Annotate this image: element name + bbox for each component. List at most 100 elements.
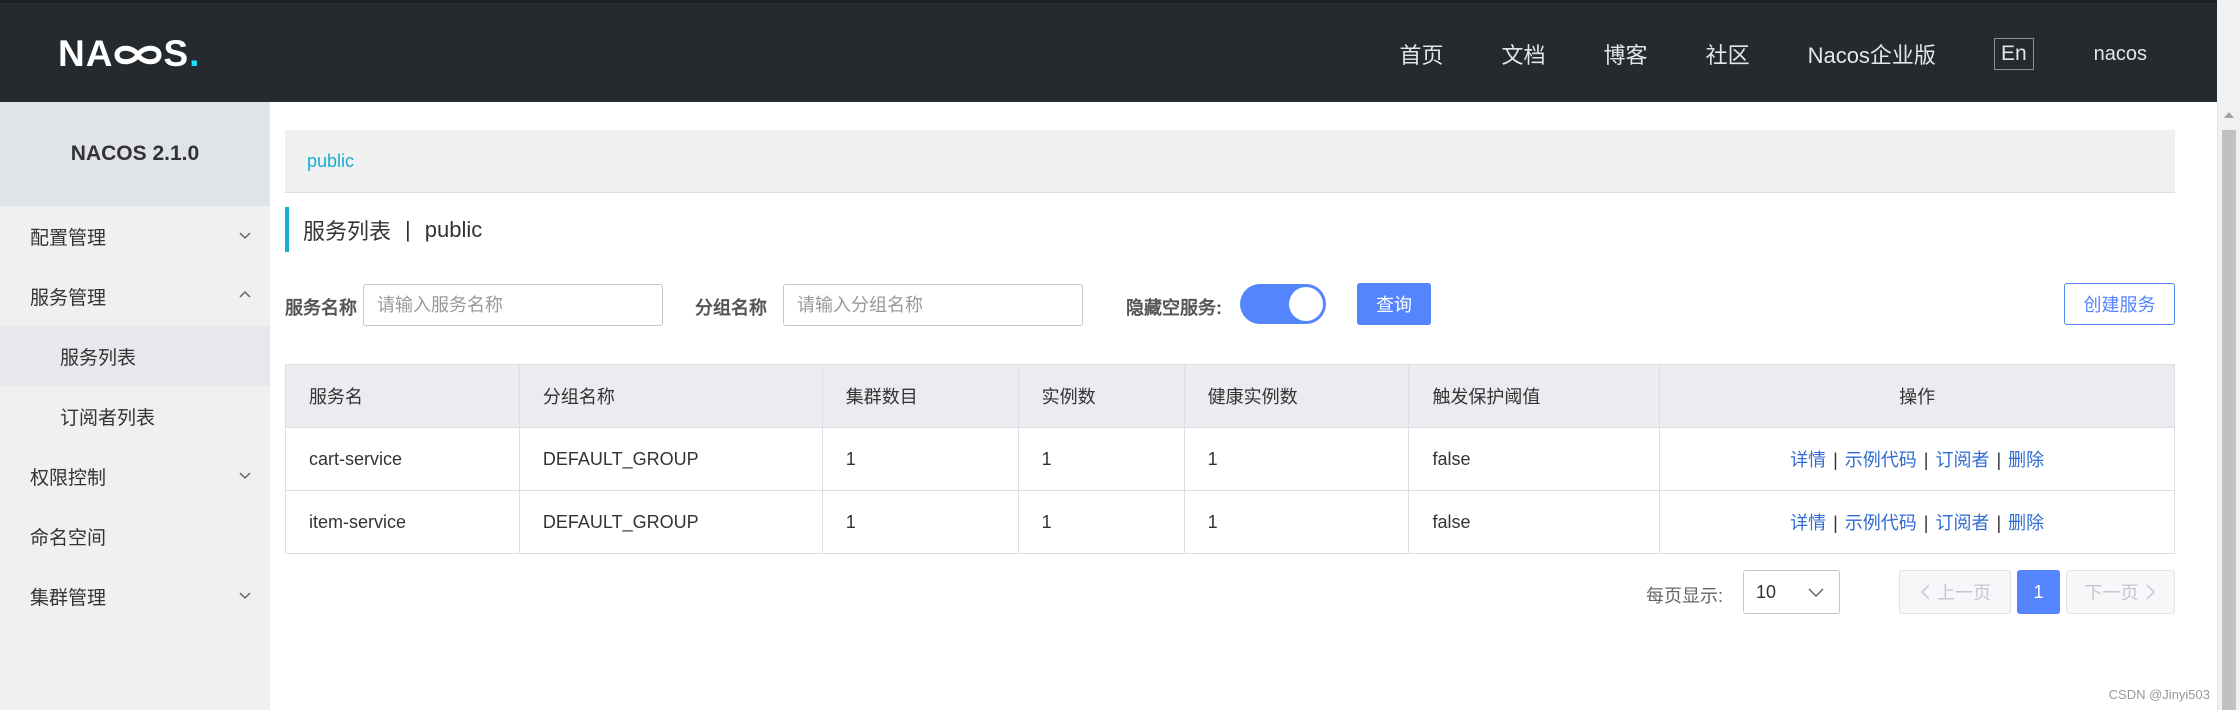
group-cell: DEFAULT_GROUP: [519, 490, 823, 554]
top-navbar: NA S. 首页 文档 博客 社区 Nacos企业版 En nacos: [0, 0, 2217, 102]
sidebar-item-label: 服务列表: [60, 347, 137, 369]
sidebar-item-label: 集群管理: [30, 587, 107, 609]
sidebar-item-namespace[interactable]: 命名空间: [0, 506, 270, 566]
cluster-count-cell: 1: [822, 427, 1019, 491]
nav-blog[interactable]: 博客: [1604, 38, 1648, 70]
language-switch[interactable]: En: [1993, 38, 2034, 70]
next-page-label: 下一页: [2084, 583, 2139, 603]
service-name-label: 服务名称: [285, 298, 357, 318]
action-separator: |: [1923, 513, 1929, 533]
user-menu[interactable]: nacos: [2094, 43, 2147, 66]
table-row: item-service DEFAULT_GROUP 1 1 1 false 详…: [285, 490, 2175, 554]
cluster-count-cell: 1: [822, 490, 1019, 554]
delete-link[interactable]: 删除: [2008, 450, 2044, 470]
pagination: 每页显示: 10 上一页 1 下一页: [270, 570, 2175, 614]
nav-home[interactable]: 首页: [1400, 38, 1444, 70]
filter-bar: 服务名称 请输入服务名称 分组名称 请输入分组名称 隐藏空服务: 查询 创建服务: [285, 282, 2175, 326]
instance-count-cell: 1: [1018, 427, 1185, 491]
healthy-count-cell: 1: [1184, 427, 1410, 491]
chevron-right-icon: [2145, 584, 2155, 600]
scroll-thumb[interactable]: [2222, 130, 2236, 710]
column-header: 集群数目: [822, 364, 1019, 428]
sidebar-item-label: 命名空间: [30, 527, 107, 549]
chevron-down-icon: [239, 592, 251, 600]
actions-cell: 详情 | 示例代码 | 订阅者 | 删除: [1659, 490, 2175, 554]
table-header-row: 服务名 分组名称 集群数目 实例数 健康实例数 触发保护阈值 操作: [285, 364, 2175, 428]
sidebar-item-subscribers[interactable]: 订阅者列表: [0, 386, 270, 446]
sidebar-item-config[interactable]: 配置管理: [0, 206, 270, 266]
delete-link[interactable]: 删除: [2008, 513, 2044, 533]
next-page-button[interactable]: 下一页: [2066, 570, 2175, 614]
action-separator: |: [1996, 450, 2002, 470]
column-header: 实例数: [1018, 364, 1185, 428]
page-title-text: 服务列表: [303, 218, 392, 244]
sidebar-item-auth[interactable]: 权限控制: [0, 446, 270, 506]
window-edge: [2217, 0, 2240, 102]
chevron-down-icon: [239, 472, 251, 480]
action-separator: |: [1833, 450, 1838, 470]
sample-code-link[interactable]: 示例代码: [1845, 450, 1917, 470]
version-title: NACOS 2.1.0: [0, 102, 270, 206]
namespace-link[interactable]: public: [307, 151, 354, 172]
sidebar-item-label: 权限控制: [30, 467, 107, 489]
sidebar-item-service-list[interactable]: 服务列表: [0, 326, 270, 386]
hide-empty-toggle[interactable]: [1240, 284, 1326, 324]
top-nav: 首页 文档 博客 社区 Nacos企业版 En nacos: [1342, 3, 2147, 105]
sidebar-item-label: 订阅者列表: [60, 407, 156, 429]
chevron-down-icon: [239, 232, 251, 240]
column-header: 健康实例数: [1184, 364, 1410, 428]
sample-code-link[interactable]: 示例代码: [1845, 513, 1917, 533]
column-header: 服务名: [285, 364, 520, 428]
page-size-select[interactable]: 10: [1743, 570, 1840, 614]
query-button[interactable]: 查询: [1357, 283, 1431, 325]
sidebar-item-label: 配置管理: [30, 227, 107, 249]
toggle-knob: [1289, 287, 1323, 321]
scroll-up-arrow-icon[interactable]: [2224, 112, 2234, 118]
chevron-up-icon: [239, 290, 251, 298]
threshold-cell: false: [1408, 427, 1661, 491]
column-header: 操作: [1659, 364, 2175, 428]
column-header: 分组名称: [519, 364, 823, 428]
group-cell: DEFAULT_GROUP: [519, 427, 823, 491]
sidebar-item-cluster[interactable]: 集群管理: [0, 566, 270, 626]
nav-docs[interactable]: 文档: [1502, 38, 1546, 70]
page-size-label: 每页显示:: [1646, 586, 1724, 606]
detail-link[interactable]: 详情: [1790, 450, 1826, 470]
service-name-input[interactable]: 请输入服务名称: [363, 284, 663, 326]
threshold-cell: false: [1408, 490, 1661, 554]
chevron-left-icon: [1920, 584, 1930, 600]
prev-page-label: 上一页: [1937, 583, 1991, 603]
sidebar-item-label: 服务管理: [30, 287, 107, 309]
actions-cell: 详情 | 示例代码 | 订阅者 | 删除: [1659, 427, 2175, 491]
subscriber-link[interactable]: 订阅者: [1935, 513, 1989, 533]
action-separator: |: [1833, 513, 1838, 533]
nav-community[interactable]: 社区: [1706, 38, 1750, 70]
main-content: public 服务列表 | public 服务名称 请输入服务名称 分组名称 请…: [270, 102, 2217, 710]
nacos-logo[interactable]: NA S.: [58, 33, 200, 75]
page-title: 服务列表 | public: [285, 207, 482, 252]
service-name-cell: item-service: [285, 490, 520, 554]
nav-enterprise[interactable]: Nacos企业版: [1808, 38, 1936, 70]
action-separator: |: [1923, 450, 1929, 470]
group-name-input[interactable]: 请输入分组名称: [783, 284, 1083, 326]
page-size-value: 10: [1756, 582, 1777, 602]
service-table: 服务名 分组名称 集群数目 实例数 健康实例数 触发保护阈值 操作 cart-s…: [285, 364, 2175, 554]
group-name-label: 分组名称: [695, 298, 767, 318]
detail-link[interactable]: 详情: [1790, 513, 1826, 533]
watermark: CSDN @Jinyi503: [2108, 687, 2210, 702]
page-number-current[interactable]: 1: [2017, 570, 2060, 614]
instance-count-cell: 1: [1018, 490, 1185, 554]
chevron-down-icon: [1808, 588, 1824, 598]
subscriber-link[interactable]: 订阅者: [1935, 450, 1989, 470]
column-header: 触发保护阈值: [1408, 364, 1661, 428]
prev-page-button[interactable]: 上一页: [1899, 570, 2011, 614]
sidebar-item-service[interactable]: 服务管理: [0, 266, 270, 326]
table-row: cart-service DEFAULT_GROUP 1 1 1 false 详…: [285, 427, 2175, 491]
vertical-scrollbar[interactable]: [2217, 102, 2240, 710]
service-name-cell: cart-service: [285, 427, 520, 491]
page-title-namespace: public: [424, 216, 483, 242]
create-service-button[interactable]: 创建服务: [2064, 283, 2175, 325]
hide-empty-label: 隐藏空服务:: [1126, 298, 1222, 318]
title-separator: |: [405, 216, 411, 242]
action-separator: |: [1996, 513, 2002, 533]
